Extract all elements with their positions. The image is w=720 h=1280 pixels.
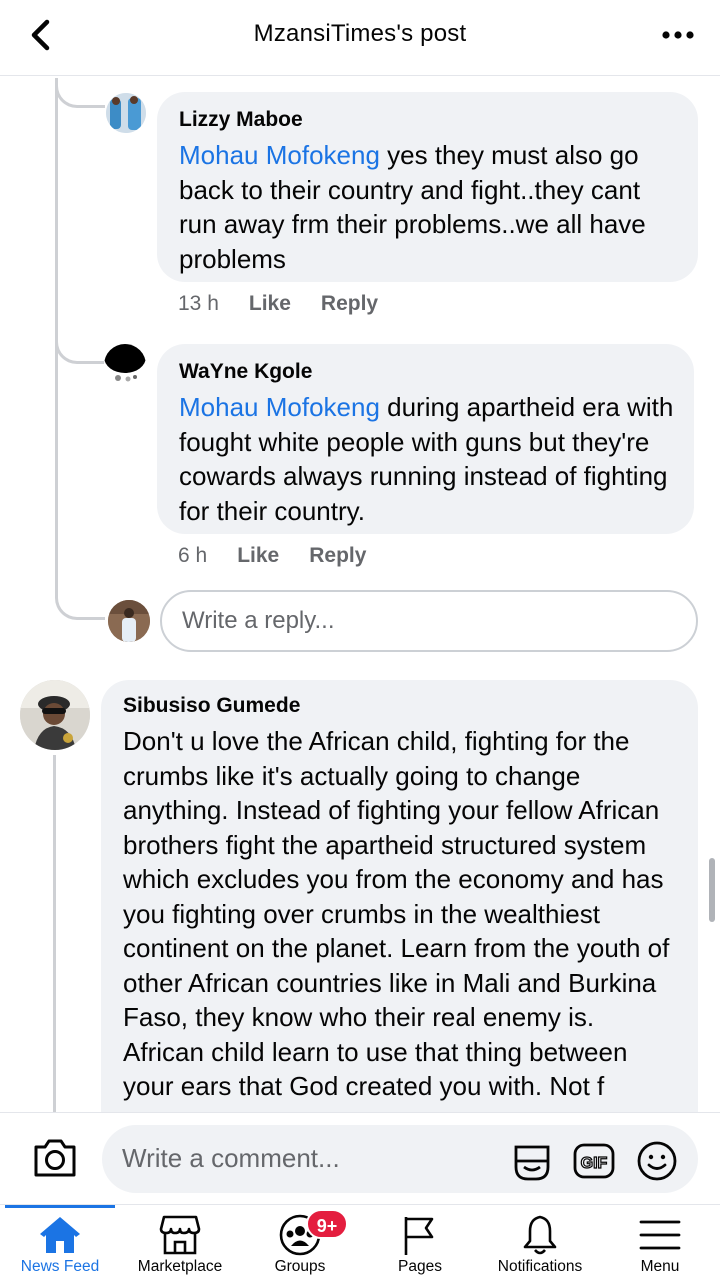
comment-text: Don't u love the African child, fighting… <box>123 726 670 1101</box>
scrollbar[interactable] <box>709 858 715 922</box>
camera-button[interactable] <box>32 1137 78 1179</box>
nav-pages[interactable]: Pages <box>360 1205 480 1280</box>
thread-line <box>53 755 56 1115</box>
bottom-navigation: News Feed Marketplace 9+ Groups Pages No… <box>0 1204 720 1280</box>
avatar[interactable] <box>104 344 146 386</box>
mention-link[interactable]: Mohau Mofokeng <box>179 392 380 422</box>
gif-icon: GIF <box>573 1143 615 1179</box>
like-button[interactable]: Like <box>249 292 291 316</box>
comment-composer: Write a comment... GIF <box>0 1112 720 1204</box>
comment-input-placeholder: Write a comment... <box>122 1143 340 1173</box>
reply-input-placeholder: Write a reply... <box>182 607 335 634</box>
sticker-icon <box>514 1145 550 1181</box>
comment-bubble: WaYne Kgole Mohau Mofokeng during aparth… <box>157 344 694 534</box>
emoji-button[interactable] <box>635 1139 679 1183</box>
comment-author[interactable]: Sibusiso Gumede <box>123 694 678 718</box>
comment-text: Mohau Mofokeng during apartheid era with… <box>179 392 674 526</box>
active-tab-indicator <box>5 1205 115 1208</box>
reply-input[interactable]: Write a reply... <box>160 590 698 652</box>
nav-label: Notifications <box>497 1258 583 1275</box>
nav-label: Menu <box>640 1258 680 1275</box>
nav-label: Pages <box>398 1258 442 1275</box>
comment-bubble: Lizzy Maboe Mohau Mofokeng yes they must… <box>157 92 698 282</box>
comment-text: Mohau Mofokeng yes they must also go bac… <box>179 140 646 274</box>
comment-actions: 6 h Like Reply <box>178 544 366 568</box>
camera-icon <box>34 1139 76 1177</box>
nav-news-feed[interactable]: News Feed <box>0 1205 120 1280</box>
flag-icon <box>404 1217 434 1255</box>
like-button[interactable]: Like <box>237 544 279 568</box>
comment-bubble: Sibusiso Gumede Don't u love the African… <box>101 680 698 1140</box>
user-photo-icon <box>104 344 146 386</box>
more-dots-icon <box>662 31 694 39</box>
timestamp: 13 h <box>178 292 219 315</box>
timestamp: 6 h <box>178 544 208 567</box>
home-icon <box>40 1217 80 1253</box>
emoji-icon <box>637 1141 677 1181</box>
mention-link[interactable]: Mohau Mofokeng <box>179 140 380 170</box>
more-options-button[interactable] <box>658 22 698 52</box>
user-photo-icon <box>106 93 146 133</box>
avatar[interactable] <box>106 93 146 133</box>
hamburger-icon <box>639 1220 681 1250</box>
nav-label: News Feed <box>20 1258 100 1275</box>
comment-author[interactable]: WaYne Kgole <box>179 360 674 384</box>
top-bar: MzansiTimes's post <box>0 0 720 76</box>
nav-notifications[interactable]: Notifications <box>480 1205 600 1280</box>
nav-label: Groups <box>274 1258 326 1275</box>
nav-marketplace[interactable]: Marketplace <box>120 1205 240 1280</box>
bell-icon <box>523 1215 557 1255</box>
current-user-avatar <box>108 600 150 642</box>
reply-button[interactable]: Reply <box>309 544 366 568</box>
avatar[interactable] <box>20 680 90 750</box>
marketplace-icon <box>159 1215 201 1255</box>
nav-menu[interactable]: Menu <box>600 1205 720 1280</box>
page-title: MzansiTimes's post <box>253 20 467 47</box>
user-photo-icon <box>20 680 90 750</box>
nav-label: Marketplace <box>137 1258 223 1275</box>
comment-input[interactable]: Write a comment... GIF <box>102 1125 698 1193</box>
user-photo-icon <box>108 600 150 642</box>
nav-groups[interactable]: 9+ Groups <box>240 1205 360 1280</box>
gif-button[interactable]: GIF <box>572 1139 616 1183</box>
notification-badge: 9+ <box>306 1209 348 1239</box>
sticker-button[interactable] <box>510 1139 554 1183</box>
reply-button[interactable]: Reply <box>321 292 378 316</box>
thread-connector <box>55 78 105 108</box>
comment-actions: 13 h Like Reply <box>178 292 378 316</box>
thread-connector <box>55 580 105 620</box>
comment-author[interactable]: Lizzy Maboe <box>179 108 678 132</box>
thread-connector <box>55 330 105 364</box>
svg-text:GIF: GIF <box>581 1155 608 1172</box>
